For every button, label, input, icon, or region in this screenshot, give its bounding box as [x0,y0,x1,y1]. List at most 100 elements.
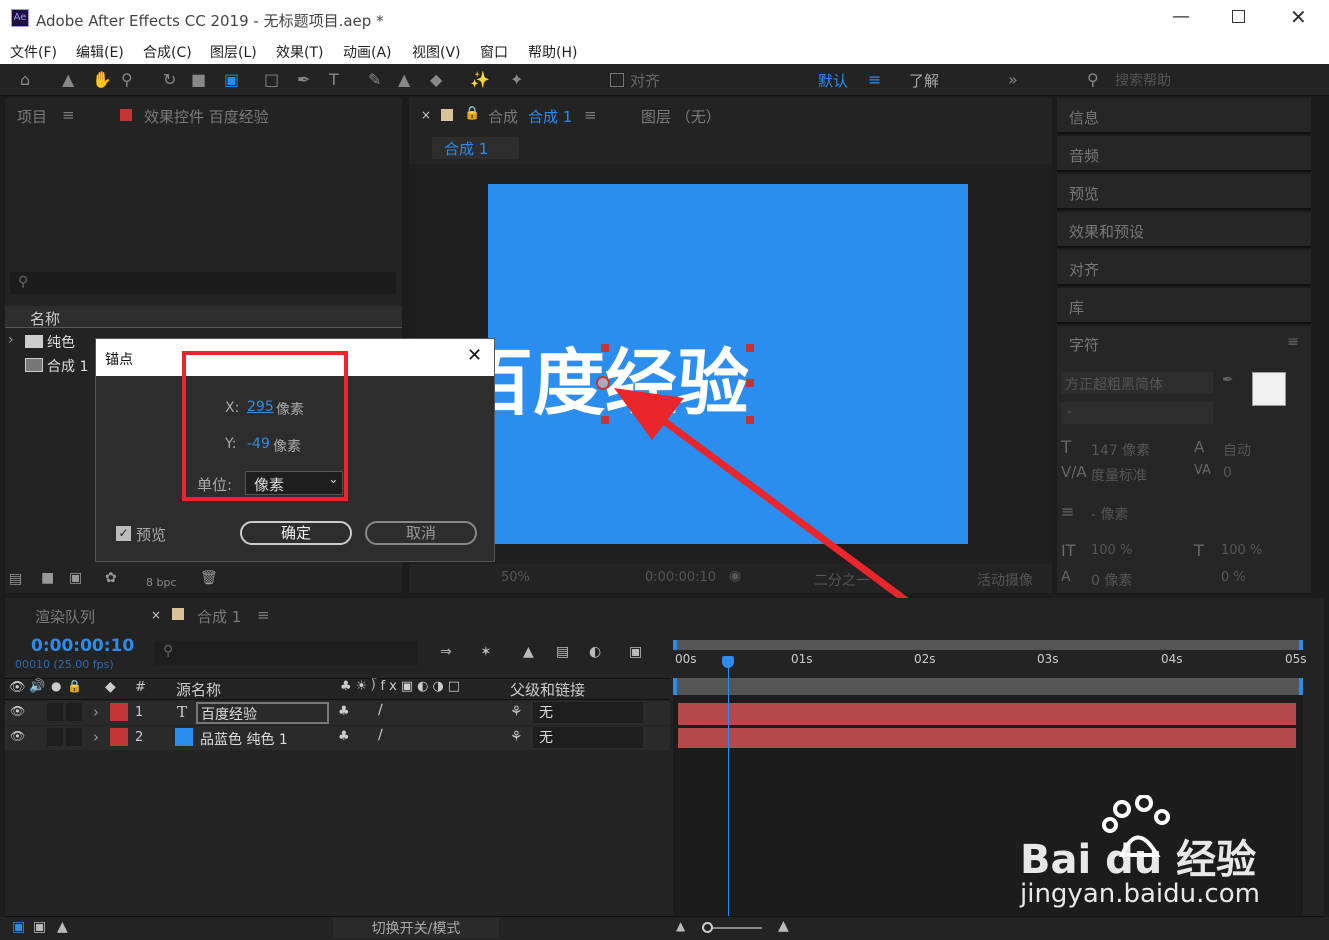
tab-layer[interactable]: 图层 （无） [641,106,721,127]
eyedropper-icon[interactable]: ✒ [1222,372,1234,388]
more-workspaces-icon[interactable]: » [1008,70,1018,89]
vertical-scale-value[interactable]: 100 % [1091,543,1132,558]
av-eye-icon[interactable]: 👁 [9,680,26,695]
quality-switch-icon[interactable]: ∕ [378,727,383,743]
brush-tool-icon[interactable]: ✎ [368,70,381,89]
collapse-switch-icon[interactable]: ♣ [338,729,350,744]
column-name[interactable]: 名称 [30,308,60,329]
workspace-menu-icon[interactable]: ≡ [868,70,881,89]
lock-column-icon[interactable]: 🔒 [67,679,82,693]
label-column-icon[interactable]: ◆ [105,679,116,695]
layer-switches-icon[interactable]: ▣ [12,919,25,935]
close-timeline-tab-icon[interactable]: × [151,608,161,622]
collapse-switch-icon[interactable]: ♣ [338,704,350,719]
snap-checkbox[interactable] [610,73,624,87]
stroke-width-value[interactable]: - 像素 [1091,504,1129,524]
resolution-select[interactable]: 二分之一 [814,570,870,590]
menu-window[interactable]: 窗口 [480,42,508,62]
lock-box[interactable] [66,728,82,746]
project-search-input[interactable]: ⚲ [10,272,396,294]
tsume-value[interactable]: 0 % [1221,570,1246,585]
roto-tool-icon[interactable]: ✨ [470,70,490,89]
layer-label-color[interactable] [110,728,128,746]
font-size-value[interactable]: 147 像素 [1091,440,1150,460]
eraser-tool-icon[interactable]: ◆ [430,70,442,89]
zoom-in-icon[interactable]: ▲ [778,918,789,934]
column-parent[interactable]: 父级和链接 [510,679,585,700]
shy-icon[interactable]: ▲ [523,644,534,660]
info-panel[interactable]: 信息 [1057,98,1311,134]
zoom-out-icon[interactable]: ▲ [676,919,685,933]
transfer-controls-icon[interactable]: ▣ [33,919,46,935]
kerning-value[interactable]: 度量标准 [1091,465,1147,485]
anchor-point-icon[interactable] [596,376,610,390]
comp-flowchart-icon[interactable]: ⇒ [440,644,452,660]
interpret-footage-icon[interactable]: ▤ [9,571,22,587]
workspace-default[interactable]: 默认 [818,70,848,91]
expand-layer-icon[interactable]: › [93,703,99,721]
solo-icon[interactable]: ● [51,679,61,693]
pen-tool-icon[interactable]: ✒ [297,70,310,89]
shape-tool-icon[interactable]: □ [264,70,279,89]
tab-effect-controls[interactable]: 效果控件 百度经验 [144,106,269,127]
tracking-value[interactable]: 0 [1223,465,1232,481]
menu-view[interactable]: 视图(V) [412,42,461,62]
layer-duration-bar[interactable] [678,728,1296,748]
transform-handle[interactable] [746,379,754,387]
new-comp-icon[interactable]: ▣ [69,570,82,586]
bit-depth[interactable]: 8 bpc [146,576,177,589]
cancel-button[interactable]: 取消 [365,521,477,545]
zoom-tool-icon[interactable]: ⚲ [121,70,133,89]
navigator-bar[interactable] [673,678,1303,695]
maximize-button[interactable] [1232,10,1245,23]
menu-file[interactable]: 文件(F) [10,42,57,62]
pickwhip-icon[interactable]: ⚘ [510,704,523,720]
preview-checkbox[interactable]: ✓ [116,526,131,541]
transform-handle[interactable] [601,416,609,424]
timeline-search-input[interactable]: ⚲ [155,641,417,665]
zoom-slider-knob[interactable] [702,922,713,933]
home-icon[interactable]: ⌂ [20,70,30,89]
menu-edit[interactable]: 编辑(E) [76,42,124,62]
text-tool-icon[interactable]: T [329,70,339,89]
viewer-timecode[interactable]: 0:00:00:10 [645,570,716,585]
graph-editor-icon[interactable]: ▣ [629,644,642,660]
horizontal-scale-value[interactable]: 100 % [1221,543,1262,558]
align-panel[interactable]: 对齐 [1057,250,1311,286]
baseline-shift-value[interactable]: 0 像素 [1091,570,1132,590]
layer-row[interactable]: 👁 › 1 T 百度经验 ♣ ∕ ⚘ 无 [5,701,670,725]
leading-value[interactable]: 自动 [1223,440,1251,460]
comp-panel-menu-icon[interactable]: ≡ [584,106,597,124]
preview-panel[interactable]: 预览 [1057,174,1311,210]
library-panel[interactable]: 库 [1057,288,1311,324]
time-ruler[interactable] [673,650,1303,676]
visibility-eye-icon[interactable]: 👁 [10,704,25,718]
dialog-close-icon[interactable]: ✕ [467,345,482,366]
comp-sub-tab[interactable]: 合成 1 [432,137,519,159]
selection-tool-icon[interactable]: ▲ [62,70,74,89]
transform-handle[interactable] [746,344,754,352]
effects-presets-panel[interactable]: 效果和预设 [1057,212,1311,248]
playhead-handle[interactable] [722,656,734,668]
tab-timeline-comp[interactable]: 合成 1 [197,606,241,627]
audio-icon[interactable]: 🔊 [29,679,45,694]
fill-color-swatch[interactable] [1252,372,1286,406]
close-tab-icon[interactable]: × [421,108,431,122]
anchor-tool-icon[interactable]: ▣ [224,70,239,89]
active-camera-select[interactable]: 活动摄像 [977,570,1033,590]
search-help-input[interactable]: 搜索帮助 [1115,70,1171,90]
visibility-eye-icon[interactable]: 👁 [10,729,25,743]
tab-render-queue[interactable]: 渲染队列 [35,606,95,627]
layer-row[interactable]: 👁 › 2 品蓝色 纯色 1 ♣ ∕ ⚘ 无 [5,726,670,750]
motion-blur-icon[interactable]: ◐ [589,644,601,660]
layer-label-color[interactable] [110,703,128,721]
menu-effect[interactable]: 效果(T) [276,42,323,62]
audio-panel[interactable]: 音频 [1057,136,1311,172]
tab-project[interactable]: 项目 [17,106,47,127]
frame-blend-icon[interactable]: ▤ [556,644,569,660]
camera-icon[interactable]: ◉ [729,568,741,584]
color-settings-icon[interactable]: ✿ [105,570,117,586]
menu-animation[interactable]: 动画(A) [343,42,392,62]
panel-menu-icon[interactable]: ≡ [62,106,75,124]
new-folder-icon[interactable]: ■ [41,570,54,586]
